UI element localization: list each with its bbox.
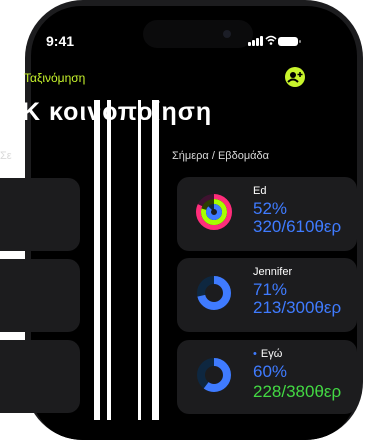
friend-card-left[interactable] [0, 340, 80, 413]
date-range-label: Σε [0, 150, 12, 162]
signal-icon [252, 40, 255, 46]
render-artifact [152, 100, 159, 420]
date-range-label: Σήμερα / Εβδομάδα [172, 150, 270, 162]
page-title: Κ κοινοποίηση [22, 98, 213, 126]
friend-name: Jennifer [253, 266, 293, 278]
sort-link[interactable]: Ταξινόμηση [24, 71, 85, 85]
render-artifact [107, 100, 111, 420]
friend-percent: 71% [253, 280, 288, 299]
camera-icon [223, 30, 231, 38]
status-time: 9:41 [46, 33, 75, 49]
friend-card[interactable]: Ed 52% 320/610θερ [177, 177, 357, 251]
friend-amount: 213/300θερ [253, 298, 342, 317]
friend-card-left[interactable] [0, 178, 80, 251]
render-artifact [94, 100, 100, 420]
friend-name: Ed [253, 185, 267, 197]
activity-ring-icon [197, 358, 231, 392]
signal-icon [248, 42, 251, 46]
signal-icon [256, 38, 259, 46]
friend-card[interactable]: • Εγώ 60% 228/380θερ [177, 340, 357, 414]
dynamic-island [143, 20, 253, 48]
friend-amount: 320/610θερ [253, 217, 342, 236]
friend-card-left[interactable] [0, 259, 80, 332]
friend-name: • Εγώ [253, 348, 282, 360]
activity-ring-icon [197, 276, 231, 310]
friend-name-text: Εγώ [260, 348, 283, 360]
status-icons [248, 34, 306, 48]
friend-card[interactable]: Jennifer 71% 213/300θερ [177, 258, 357, 332]
signal-icon [260, 36, 263, 46]
render-artifact [138, 100, 141, 420]
activity-ring-icon [196, 194, 232, 230]
me-indicator-icon: • [253, 348, 257, 360]
wifi-icon [265, 35, 277, 45]
friend-percent: 60% [253, 362, 288, 381]
friend-amount: 228/380θερ [253, 382, 342, 401]
friend-percent: 52% [253, 199, 288, 218]
battery-icon [278, 37, 301, 46]
add-friend-icon[interactable] [284, 66, 306, 88]
